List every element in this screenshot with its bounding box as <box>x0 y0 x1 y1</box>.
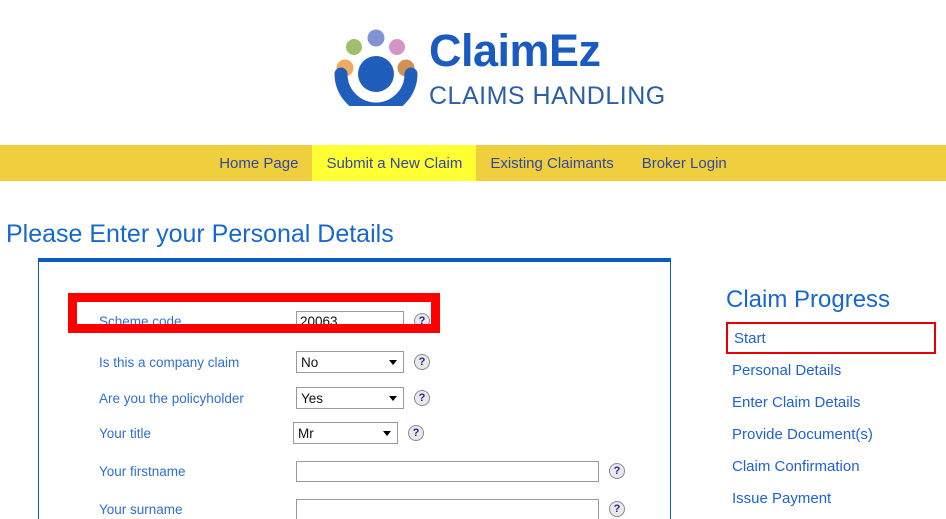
site-header: ClaimEz CLAIMS HANDLING <box>0 0 946 144</box>
help-icon-your-title[interactable]: ? <box>408 425 424 441</box>
label-are-you-the-policyholder: Are you the policyholder <box>99 390 244 406</box>
personal-details-form-panel: Scheme code?Is this a company claimNo?Ar… <box>38 258 671 519</box>
sidebar-item-provide-document-s[interactable]: Provide Document(s) <box>726 418 936 450</box>
select-are-you-the-policyholder[interactable]: Yes <box>296 387 404 409</box>
input-your-surname[interactable] <box>296 498 599 519</box>
form-row-your-title: Your title Mr? <box>39 414 672 452</box>
claim-progress-sidebar: Claim Progress Start Personal Details Ente… <box>726 286 936 514</box>
help-icon-your-surname[interactable]: ? <box>609 501 625 517</box>
chevron-down-icon[interactable] <box>389 360 397 365</box>
control-group-your-firstname: ? <box>296 460 625 482</box>
site-logo[interactable]: ClaimEz CLAIMS HANDLING <box>333 22 666 116</box>
label-is-this-a-company-claim: Is this a company claim <box>99 354 240 370</box>
help-icon-is-this-a-company-claim[interactable]: ? <box>414 354 430 370</box>
main-navigation: Home Page Submit a New Claim Existing Clai… <box>0 145 946 181</box>
sidebar-item-claim-confirmation[interactable]: Claim Confirmation <box>726 450 936 482</box>
logo-text-block: ClaimEz CLAIMS HANDLING <box>429 22 666 109</box>
sidebar-item-enter-claim-details[interactable]: Enter Claim Details <box>726 386 936 418</box>
nav-item-existing-claimants[interactable]: Existing Claimants <box>476 145 627 181</box>
label-scheme-code: Scheme code <box>99 313 182 329</box>
form-row-your-surname: Your surname? <box>39 490 672 519</box>
nav-item-submit-a-new-claim[interactable]: Submit a New Claim <box>312 145 477 181</box>
sidebar-item-issue-payment[interactable]: Issue Payment <box>726 482 936 514</box>
form-row-scheme-code: Scheme code? <box>39 302 672 340</box>
control-group-your-title: Mr? <box>293 422 424 444</box>
label-your-surname: Your surname <box>99 501 183 517</box>
chevron-down-icon[interactable] <box>389 396 397 401</box>
select-value-your-title: Mr <box>298 425 314 441</box>
form-row-your-firstname: Your firstname? <box>39 452 672 490</box>
page-title: Please Enter your Personal Details <box>6 219 394 248</box>
brand-title: ClaimEz <box>429 25 601 76</box>
nav-item-broker-login[interactable]: Broker Login <box>628 145 741 181</box>
brand-subtitle: CLAIMS HANDLING <box>429 82 666 110</box>
label-your-firstname: Your firstname <box>99 463 186 479</box>
input-scheme-code[interactable] <box>296 310 404 332</box>
select-value-are-you-the-policyholder: Yes <box>301 390 324 406</box>
form-row-are-you-the-policyholder: Are you the policyholder Yes? <box>39 379 672 417</box>
select-is-this-a-company-claim[interactable]: No <box>296 351 404 373</box>
sidebar-item-list: Start Personal Details Enter Claim Details… <box>726 322 936 514</box>
control-group-scheme-code: ? <box>296 310 430 332</box>
label-your-title: Your title <box>99 425 152 441</box>
select-your-title[interactable]: Mr <box>293 422 398 444</box>
chevron-down-icon[interactable] <box>383 431 391 436</box>
control-group-are-you-the-policyholder: Yes? <box>296 387 430 409</box>
control-group-your-surname: ? <box>296 498 625 519</box>
nav-item-home-page[interactable]: Home Page <box>205 145 312 181</box>
sidebar-item-personal-details[interactable]: Personal Details <box>726 354 936 386</box>
help-icon-are-you-the-policyholder[interactable]: ? <box>414 390 430 406</box>
help-icon-scheme-code[interactable]: ? <box>414 313 430 329</box>
sidebar-item-start[interactable]: Start <box>726 322 936 354</box>
person-with-dots-logo-icon <box>333 22 419 116</box>
input-your-firstname[interactable] <box>296 460 599 482</box>
help-icon-your-firstname[interactable]: ? <box>609 463 625 479</box>
form-row-is-this-a-company-claim: Is this a company claim No? <box>39 343 672 381</box>
sidebar-title: Claim Progress <box>726 286 891 313</box>
select-value-is-this-a-company-claim: No <box>301 354 319 370</box>
control-group-is-this-a-company-claim: No? <box>296 351 430 373</box>
page-root: ClaimEz CLAIMS HANDLING Home Page Submit … <box>0 0 946 519</box>
